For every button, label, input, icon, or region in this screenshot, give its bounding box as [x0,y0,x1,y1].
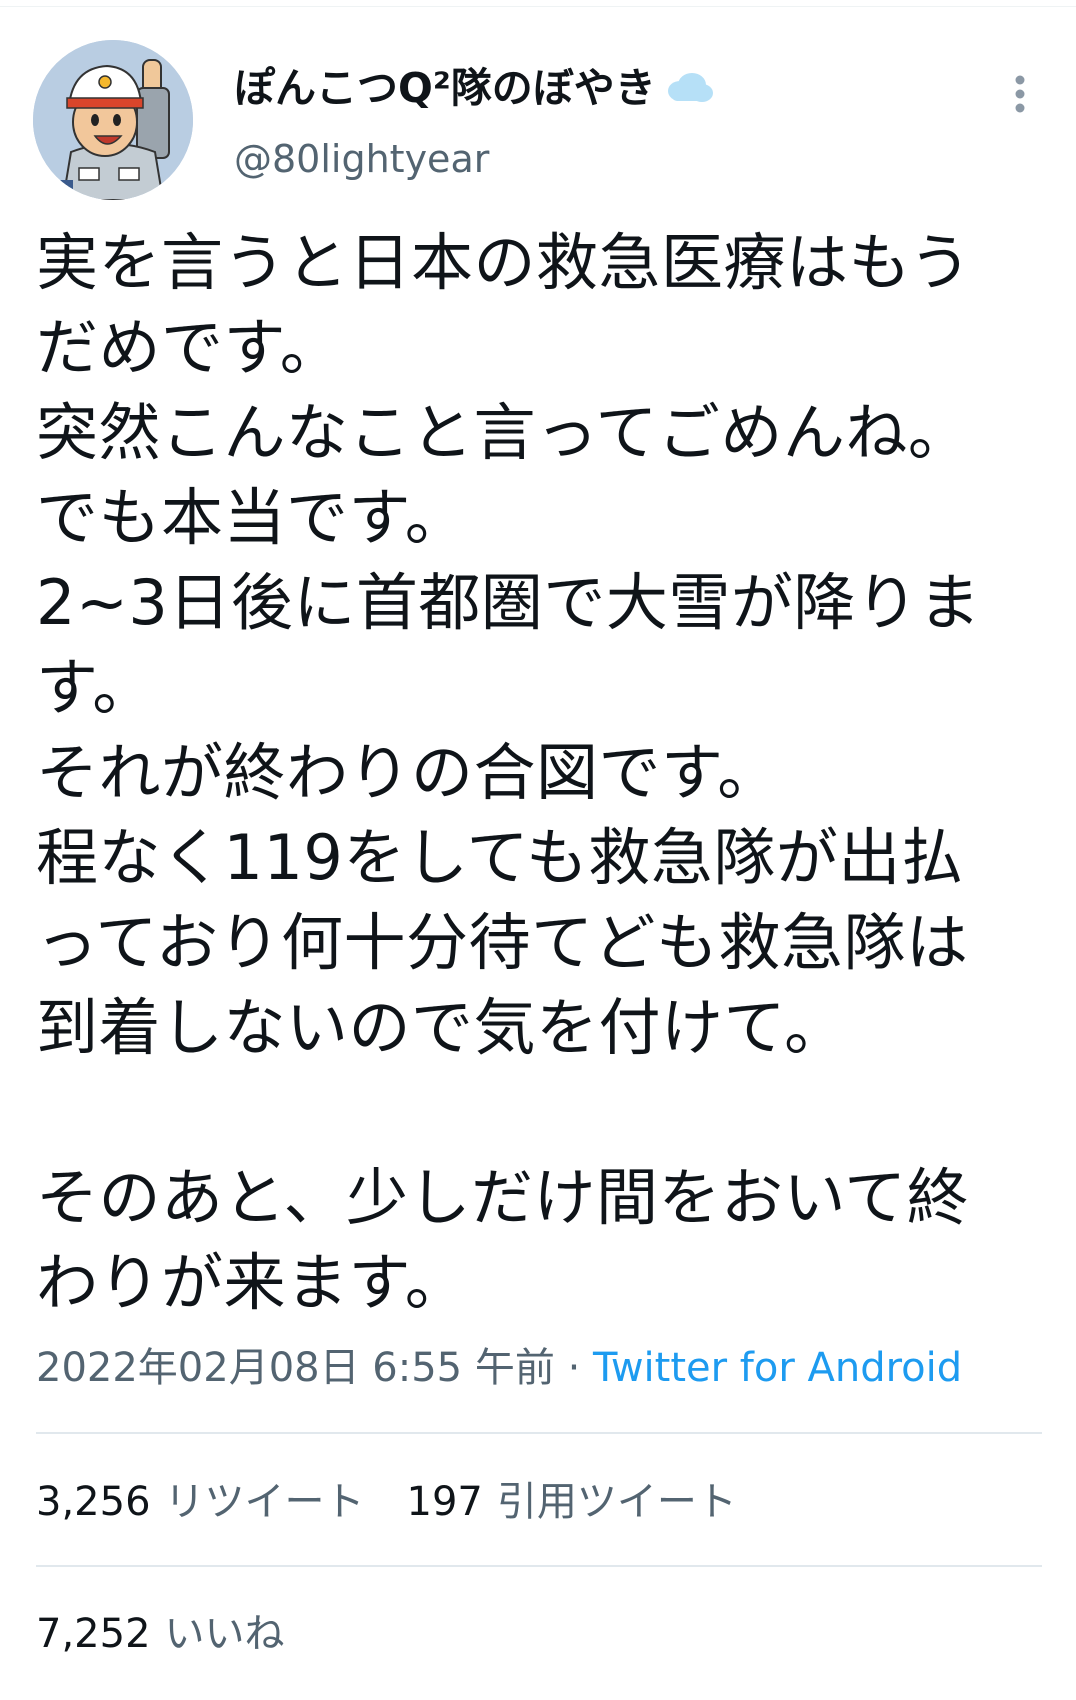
tweet-line: でも本当です。 [36,481,468,554]
quotes-stat[interactable]: 197 引用ツイート [407,1479,737,1525]
display-name[interactable]: ぽんこつQ²隊のぼやき [234,60,716,116]
avatar[interactable] [33,40,193,200]
source-link[interactable]: Twitter for Android [593,1345,962,1391]
display-name-text: ぽんこつQ²隊のぼやき [234,64,656,112]
retweets-label: リツイート [164,1479,365,1525]
cartoon-avatar-icon [33,40,193,200]
likes-stats: 7,252 いいね [36,1606,285,1662]
top-divider [0,6,1076,7]
cloud-icon [662,67,716,109]
tweet-line: 程なく119をしても救急隊が出払 [36,821,964,894]
quotes-count: 197 [406,1479,483,1525]
tweet-line: そのあと、少しだけ間をおいて終 [36,1161,970,1234]
more-vertical-icon [1015,75,1025,113]
tweet-line: 到着しないので気を付けて。 [36,991,847,1064]
tweet-line: っており何十分待てども救急隊は [36,906,969,979]
tweet-line: 実を言うと日本の救急医療はもう [36,226,972,299]
more-options-button[interactable] [1000,66,1040,122]
likes-stat[interactable]: 7,252 いいね [36,1611,285,1657]
tweet-line: す。 [36,651,155,724]
meta-separator: · [567,1345,581,1391]
timestamp[interactable]: 2022年02月08日 6:55 午前 [36,1345,555,1391]
user-handle[interactable]: @80lightyear [234,134,489,184]
divider [36,1565,1042,1567]
likes-label: いいね [164,1611,285,1657]
retweet-stats: 3,256 リツイート 197 引用ツイート [36,1474,737,1530]
tweet-line: わりが来ます。 [36,1246,468,1319]
retweets-stat[interactable]: 3,256 リツイート [36,1479,365,1525]
divider [36,1432,1042,1434]
tweet-line: 突然こんなこと言ってごめんね。 [36,396,971,469]
tweet-line: だめです。 [36,311,343,384]
tweet-meta: 2022年02月08日 6:55 午前 · Twitter for Androi… [36,1340,962,1396]
tweet-text: 実を言うと日本の救急医療はもう だめです。 突然こんなこと言ってごめんね。 でも… [36,220,1046,1325]
tweet-line: それが終わりの合図です。 [36,736,780,809]
quotes-label: 引用ツイート [496,1479,737,1525]
retweets-count: 3,256 [36,1479,151,1525]
tweet-line: 2~3日後に首都圏で大雪が降りま [36,566,981,639]
likes-count: 7,252 [36,1611,151,1657]
